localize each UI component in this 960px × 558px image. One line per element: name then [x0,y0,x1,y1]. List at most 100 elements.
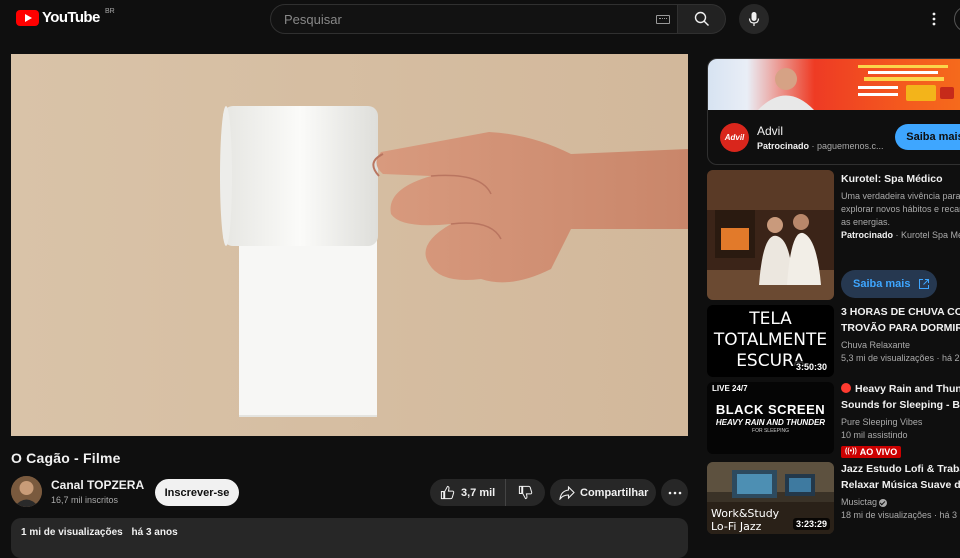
recommendation-description: Uma verdadeira vivência para explorar no… [841,190,960,229]
top-bar: YouTube BR [0,0,960,38]
recommendation-item[interactable]: TELA TOTALMENTE ESCURA 3:50:30 3 HORAS D… [707,305,960,377]
recommendation-item[interactable]: Work&Study Lo-Fi Jazz 3:23:29 Jazz Estud… [707,462,960,534]
thumb-line: TELA [749,309,792,329]
live-badge: ((•)) AO VIVO [841,445,902,458]
cta-label: Saiba mais [853,278,911,290]
recommendation-channel: Chuva Relaxante [841,340,911,350]
share-icon [559,485,575,500]
recommendation-thumbnail[interactable]: LIVE 24/7 BLACK SCREEN HEAVY RAIN AND TH… [707,382,834,454]
thumbs-up-icon [440,485,455,500]
desc-line: as energias. [841,216,891,227]
thumb-live: LIVE 24/7 [712,384,748,393]
search-input[interactable] [270,4,678,34]
advertiser-logo: Advil [720,123,749,152]
view-count: 18 mi de visualizações [841,510,932,520]
recommendation-thumbnail[interactable]: TELA TOTALMENTE ESCURA 3:50:30 [707,305,834,377]
share-label: Compartilhar [580,486,649,499]
recommendation-info: Kurotel: Spa Médico Uma verdadeira vivên… [841,172,960,240]
recommendation-thumbnail[interactable]: Work&Study Lo-Fi Jazz 3:23:29 [707,462,834,534]
like-dislike-group: 3,7 mil [430,479,545,506]
mic-icon [748,12,760,26]
ad-cta-button[interactable]: Saiba mais [895,124,960,150]
upload-age: há 3 anos [131,527,178,538]
desc-line: Uma verdadeira vivência para [841,190,960,201]
thumb-line: Work&Study [711,507,780,520]
recommendation-title-line-2: TROVÃO PARA DORMIR E [841,321,960,334]
youtube-play-icon [16,9,39,26]
recommendation-item[interactable]: LIVE 24/7 BLACK SCREEN HEAVY RAIN AND TH… [707,382,960,458]
recommendation-meta: 10 mil assistindo [841,430,908,440]
video-frame-image [11,54,688,436]
title-text: Heavy Rain and Thunder [855,383,960,395]
recommendation-info: Jazz Estudo Lofi & Trabalho Relaxar Músi… [841,462,960,520]
recommendation-title-line-2: Relaxar Música Suave de [841,478,960,491]
view-count: 5,3 mi de visualizações [841,353,935,363]
search-button[interactable] [678,4,726,34]
channel-name[interactable]: Canal TOPZERA [51,478,144,492]
thumbnail-live-text: LIVE 24/7 [712,384,748,393]
duration-badge: 3:23:29 [792,518,830,530]
recommendation-info: 3 HORAS DE CHUVA COM TROVÃO PARA DORMIR … [841,305,960,363]
kurotel-cta-button[interactable]: Saiba mais [841,270,937,298]
channel-name: Musictag [841,497,878,507]
search-icon [694,11,709,26]
thumbnail-subtitle: HEAVY RAIN AND THUNDER [715,418,826,427]
thumb-line: TOTALMENTE [713,330,828,350]
recommendation-channel: Kurotel Spa Médico [901,229,960,240]
search-bar [270,4,726,34]
description-box[interactable]: 1 mi de visualizações há 3 anos [11,518,688,558]
recommendation-channel: Musictag [841,497,960,507]
like-count: 3,7 mil [461,486,496,499]
sponsored-label: Patrocinado [841,229,894,240]
thumbnail-text: Work&Study Lo-Fi Jazz [711,507,779,533]
ad-card[interactable]: Advil Advil Patrocinado · paguemenos.c..… [707,58,960,165]
more-horiz-icon [668,491,681,494]
recommendation-title: Jazz Estudo Lofi & Trabalho [841,463,960,475]
live-broadcast-icon: ((•)) [845,448,857,455]
share-button[interactable]: Compartilhar [550,479,656,506]
account-avatar[interactable] [954,6,960,32]
keyboard-icon[interactable] [656,15,670,24]
subscribe-button[interactable]: Inscrever-se [155,479,239,506]
logo-text: YouTube [42,9,100,26]
channel-avatar[interactable] [11,476,42,507]
live-label: AO VIVO [859,446,898,457]
thumb-line: Lo-Fi Jazz [711,520,762,533]
thumbnail-title: BLACK SCREEN [715,402,826,417]
open-external-icon [919,279,930,289]
ad-domain: paguemenos.c... [817,141,884,151]
voice-search-button[interactable] [739,4,769,34]
country-code: BR [105,8,115,15]
thumbnail-small: FOR SLEEPING [752,428,789,434]
recommendation-info: Heavy Rain and Thunder Sounds for Sleepi… [841,382,960,458]
sponsored-label: Patrocinado [757,141,810,151]
recommendation-channel: Pure Sleeping Vibes [841,417,923,427]
ad-banner[interactable] [708,59,960,110]
sponsored-recommendation[interactable]: Kurotel: Spa Médico Uma verdadeira vivên… [707,170,960,300]
recommendation-meta: 18 mi de visualizações · há 3 [841,510,958,520]
recommendation-title: Kurotel: Spa Médico [841,173,943,185]
desc-line: explorar novos hábitos e recarregar [841,203,960,214]
recommendation-meta: 5,3 mi de visualizações · há 2 [841,353,960,363]
like-button[interactable]: 3,7 mil [430,479,506,506]
upload-age: há 3 [939,510,958,520]
ad-meta: Patrocinado · paguemenos.c... [757,141,884,151]
duration-badge: 3:50:30 [792,361,830,373]
advertiser-name: Advil [757,124,784,138]
recommendation-thumbnail[interactable] [707,170,834,300]
youtube-logo[interactable]: YouTube BR [16,8,115,26]
recommendation-title: 3 HORAS DE CHUVA COM [841,306,960,318]
subscriber-count: 16,7 mil inscritos [51,495,119,505]
live-dot-icon [841,383,851,393]
verified-icon [879,498,888,507]
thumbs-down-icon [518,485,533,500]
more-vert-icon[interactable] [926,9,942,29]
upload-age: há 2 [942,353,960,363]
view-count: 1 mi de visualizações [21,527,123,538]
video-player[interactable] [11,54,688,436]
recommendation-title: Heavy Rain and Thunder [841,382,960,398]
recommendation-meta: Patrocinado · Kurotel Spa Médico [841,230,960,240]
dislike-button[interactable] [506,479,545,506]
more-actions-button[interactable] [661,479,688,506]
recommendation-title-line-2: Sounds for Sleeping - Bla [841,398,960,411]
